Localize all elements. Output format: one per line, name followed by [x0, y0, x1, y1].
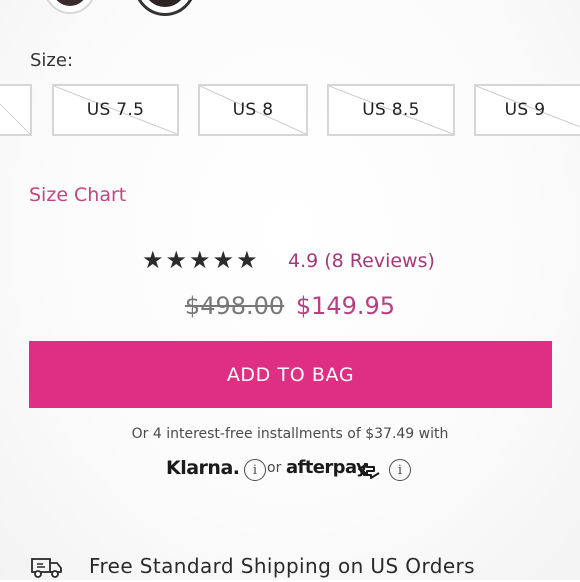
- size-option-us-8[interactable]: US 8: [198, 84, 308, 136]
- payment-options: Klarna. i or afterpay i: [166, 455, 426, 485]
- size-option-label: US 8.5: [362, 100, 420, 120]
- klarna-info-icon[interactable]: i: [244, 459, 266, 481]
- size-option-label: US 7.5: [86, 100, 145, 120]
- rating-row: ★★★★★ 4.9 (8 Reviews): [0, 246, 580, 276]
- star-rating-icon: ★★★★★: [142, 246, 260, 274]
- size-option-label: US 8: [232, 100, 274, 120]
- size-chart-link[interactable]: Size Chart: [29, 184, 126, 206]
- price-row: $498.00 $149.95: [0, 290, 580, 322]
- size-option-us-7-5[interactable]: US 7.5: [52, 84, 179, 136]
- reviews-link[interactable]: 4.9 (8 Reviews): [288, 248, 435, 274]
- original-price: $498.00: [184, 292, 285, 320]
- size-option-us-9[interactable]: US 9: [474, 84, 580, 136]
- installments-text: Or 4 interest-free installments of $37.4…: [131, 426, 449, 442]
- klarna-logo[interactable]: Klarna.: [166, 457, 240, 479]
- afterpay-info-icon[interactable]: i: [389, 459, 411, 481]
- size-label: Size:: [30, 50, 74, 71]
- add-to-bag-button[interactable]: ADD TO BAG: [29, 341, 552, 408]
- or-text: or: [267, 460, 282, 476]
- afterpay-logo[interactable]: afterpay: [286, 457, 368, 478]
- unavailable-slash-icon: [0, 103, 30, 134]
- afterpay-arrows-icon: [358, 463, 380, 479]
- swatch-fill: [52, 0, 88, 6]
- swatch-fill: [143, 0, 187, 7]
- size-option-us-8-5[interactable]: US 8.5: [327, 84, 455, 136]
- shipping-text: Free Standard Shipping on US Orders: [89, 554, 475, 578]
- truck-icon: [31, 558, 62, 578]
- size-options: US 7.5 US 8 US 8.5 US 9: [0, 84, 580, 138]
- shipping-row: Free Standard Shipping on US Orders: [0, 552, 580, 582]
- sale-price: $149.95: [295, 292, 396, 320]
- size-option[interactable]: [0, 84, 32, 136]
- size-option-label: US 9: [504, 100, 546, 120]
